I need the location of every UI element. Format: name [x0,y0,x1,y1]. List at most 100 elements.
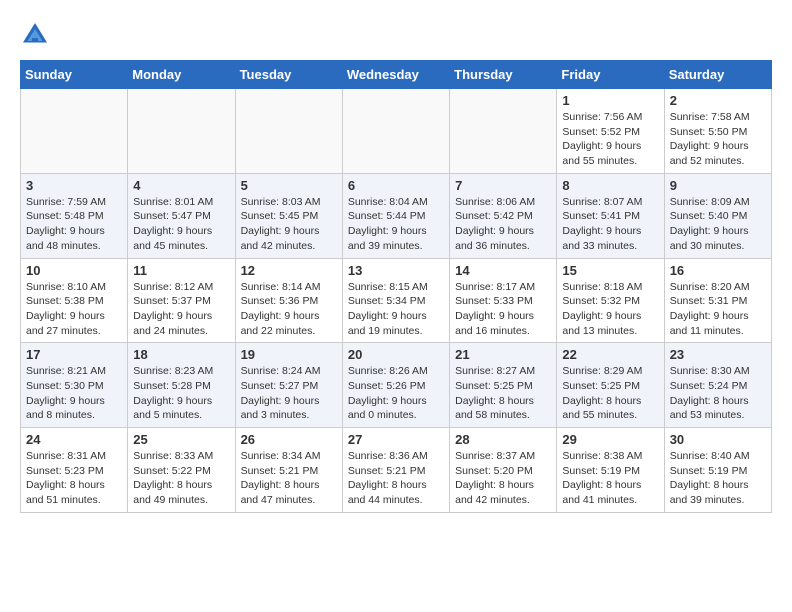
calendar-cell: 19Sunrise: 8:24 AM Sunset: 5:27 PM Dayli… [235,343,342,428]
calendar-cell: 16Sunrise: 8:20 AM Sunset: 5:31 PM Dayli… [664,258,771,343]
calendar-cell: 4 Sunrise: 8:01 AM Sunset: 5:47 PM Daylig… [128,173,235,258]
calendar-cell: 6 Sunrise: 8:04 AM Sunset: 5:44 PM Daylig… [342,173,449,258]
day-info: Sunrise: 8:17 AM Sunset: 5:33 PM Dayligh… [455,280,551,339]
day-number: 15 [562,263,658,278]
day-number: 1 [562,93,658,108]
day-info: Sunrise: 8:23 AM Sunset: 5:28 PM Dayligh… [133,364,229,423]
day-info: Sunrise: 8:18 AM Sunset: 5:32 PM Dayligh… [562,280,658,339]
day-header-sunday: Sunday [21,61,128,89]
day-header-thursday: Thursday [450,61,557,89]
day-number: 21 [455,347,551,362]
day-info: Sunrise: 8:27 AM Sunset: 5:25 PM Dayligh… [455,364,551,423]
calendar-cell: 2 Sunrise: 7:58 AM Sunset: 5:50 PM Daylig… [664,89,771,174]
calendar-cell: 25 Sunrise: 8:33 AM Sunset: 5:22 PM Dayli… [128,428,235,513]
calendar-cell: 11Sunrise: 8:12 AM Sunset: 5:37 PM Dayli… [128,258,235,343]
day-number: 25 [133,432,229,447]
calendar-cell: 15 Sunrise: 8:18 AM Sunset: 5:32 PM Dayli… [557,258,664,343]
day-info: Sunrise: 7:58 AM Sunset: 5:50 PM Dayligh… [670,110,766,169]
day-info: Sunrise: 7:59 AM Sunset: 5:48 PM Dayligh… [26,195,122,254]
calendar-cell: 26 Sunrise: 8:34 AM Sunset: 5:21 PM Dayli… [235,428,342,513]
day-header-monday: Monday [128,61,235,89]
day-info: Sunrise: 8:26 AM Sunset: 5:26 PM Dayligh… [348,364,444,423]
day-number: 20 [348,347,444,362]
calendar-cell: 23 Sunrise: 8:30 AM Sunset: 5:24 PM Dayli… [664,343,771,428]
day-info: Sunrise: 8:04 AM Sunset: 5:44 PM Dayligh… [348,195,444,254]
day-info: Sunrise: 8:30 AM Sunset: 5:24 PM Dayligh… [670,364,766,423]
day-number: 9 [670,178,766,193]
day-info: Sunrise: 8:14 AM Sunset: 5:36 PM Dayligh… [241,280,337,339]
day-info: Sunrise: 8:37 AM Sunset: 5:20 PM Dayligh… [455,449,551,508]
calendar-cell: 13Sunrise: 8:15 AM Sunset: 5:34 PM Dayli… [342,258,449,343]
page: SundayMondayTuesdayWednesdayThursdayFrid… [0,0,792,523]
calendar-cell: 3 Sunrise: 7:59 AM Sunset: 5:48 PM Daylig… [21,173,128,258]
calendar-cell [450,89,557,174]
day-info: Sunrise: 8:01 AM Sunset: 5:47 PM Dayligh… [133,195,229,254]
calendar-cell: 21 Sunrise: 8:27 AM Sunset: 5:25 PM Dayli… [450,343,557,428]
day-number: 3 [26,178,122,193]
calendar-cell: 8 Sunrise: 8:07 AM Sunset: 5:41 PM Daylig… [557,173,664,258]
calendar-cell [342,89,449,174]
logo-icon [20,20,50,50]
calendar-cell: 30 Sunrise: 8:40 AM Sunset: 5:19 PM Dayli… [664,428,771,513]
calendar-cell: 1 Sunrise: 7:56 AM Sunset: 5:52 PM Daylig… [557,89,664,174]
calendar-cell: 10 Sunrise: 8:10 AM Sunset: 5:38 PM Dayli… [21,258,128,343]
day-info: Sunrise: 8:33 AM Sunset: 5:22 PM Dayligh… [133,449,229,508]
day-info: Sunrise: 8:34 AM Sunset: 5:21 PM Dayligh… [241,449,337,508]
day-number: 22 [562,347,658,362]
day-number: 23 [670,347,766,362]
calendar-cell: 17 Sunrise: 8:21 AM Sunset: 5:30 PM Dayli… [21,343,128,428]
logo [20,20,54,50]
calendar-cell: 5Sunrise: 8:03 AM Sunset: 5:45 PM Daylig… [235,173,342,258]
calendar-cell [21,89,128,174]
calendar-cell: 9 Sunrise: 8:09 AM Sunset: 5:40 PM Daylig… [664,173,771,258]
day-number: 14 [455,263,551,278]
day-info: Sunrise: 7:56 AM Sunset: 5:52 PM Dayligh… [562,110,658,169]
day-number: 18 [133,347,229,362]
day-header-tuesday: Tuesday [235,61,342,89]
day-info: Sunrise: 8:07 AM Sunset: 5:41 PM Dayligh… [562,195,658,254]
day-number: 26 [241,432,337,447]
day-info: Sunrise: 8:31 AM Sunset: 5:23 PM Dayligh… [26,449,122,508]
day-number: 30 [670,432,766,447]
calendar-cell [235,89,342,174]
day-number: 8 [562,178,658,193]
day-info: Sunrise: 8:09 AM Sunset: 5:40 PM Dayligh… [670,195,766,254]
day-number: 10 [26,263,122,278]
calendar-table: SundayMondayTuesdayWednesdayThursdayFrid… [20,60,772,513]
day-number: 13 [348,263,444,278]
day-info: Sunrise: 8:40 AM Sunset: 5:19 PM Dayligh… [670,449,766,508]
calendar-cell: 24 Sunrise: 8:31 AM Sunset: 5:23 PM Dayli… [21,428,128,513]
day-number: 7 [455,178,551,193]
calendar-cell: 18 Sunrise: 8:23 AM Sunset: 5:28 PM Dayli… [128,343,235,428]
day-info: Sunrise: 8:21 AM Sunset: 5:30 PM Dayligh… [26,364,122,423]
day-header-wednesday: Wednesday [342,61,449,89]
calendar-cell: 12 Sunrise: 8:14 AM Sunset: 5:36 PM Dayli… [235,258,342,343]
day-number: 28 [455,432,551,447]
calendar-cell: 27 Sunrise: 8:36 AM Sunset: 5:21 PM Dayli… [342,428,449,513]
calendar-cell: 22 Sunrise: 8:29 AM Sunset: 5:25 PM Dayli… [557,343,664,428]
day-info: Sunrise: 8:36 AM Sunset: 5:21 PM Dayligh… [348,449,444,508]
day-info: Sunrise: 8:10 AM Sunset: 5:38 PM Dayligh… [26,280,122,339]
calendar-cell: 29Sunrise: 8:38 AM Sunset: 5:19 PM Dayli… [557,428,664,513]
day-header-friday: Friday [557,61,664,89]
day-number: 6 [348,178,444,193]
day-info: Sunrise: 8:03 AM Sunset: 5:45 PM Dayligh… [241,195,337,254]
calendar-cell: 28 Sunrise: 8:37 AM Sunset: 5:20 PM Dayli… [450,428,557,513]
day-number: 24 [26,432,122,447]
header [20,20,772,50]
calendar-cell: 14 Sunrise: 8:17 AM Sunset: 5:33 PM Dayli… [450,258,557,343]
day-number: 2 [670,93,766,108]
day-number: 16 [670,263,766,278]
calendar-cell [128,89,235,174]
day-number: 19 [241,347,337,362]
day-number: 12 [241,263,337,278]
day-number: 11 [133,263,229,278]
day-number: 17 [26,347,122,362]
day-number: 27 [348,432,444,447]
calendar-cell: 20 Sunrise: 8:26 AM Sunset: 5:26 PM Dayli… [342,343,449,428]
day-info: Sunrise: 8:29 AM Sunset: 5:25 PM Dayligh… [562,364,658,423]
day-info: Sunrise: 8:06 AM Sunset: 5:42 PM Dayligh… [455,195,551,254]
day-number: 4 [133,178,229,193]
day-info: Sunrise: 8:38 AM Sunset: 5:19 PM Dayligh… [562,449,658,508]
day-header-saturday: Saturday [664,61,771,89]
